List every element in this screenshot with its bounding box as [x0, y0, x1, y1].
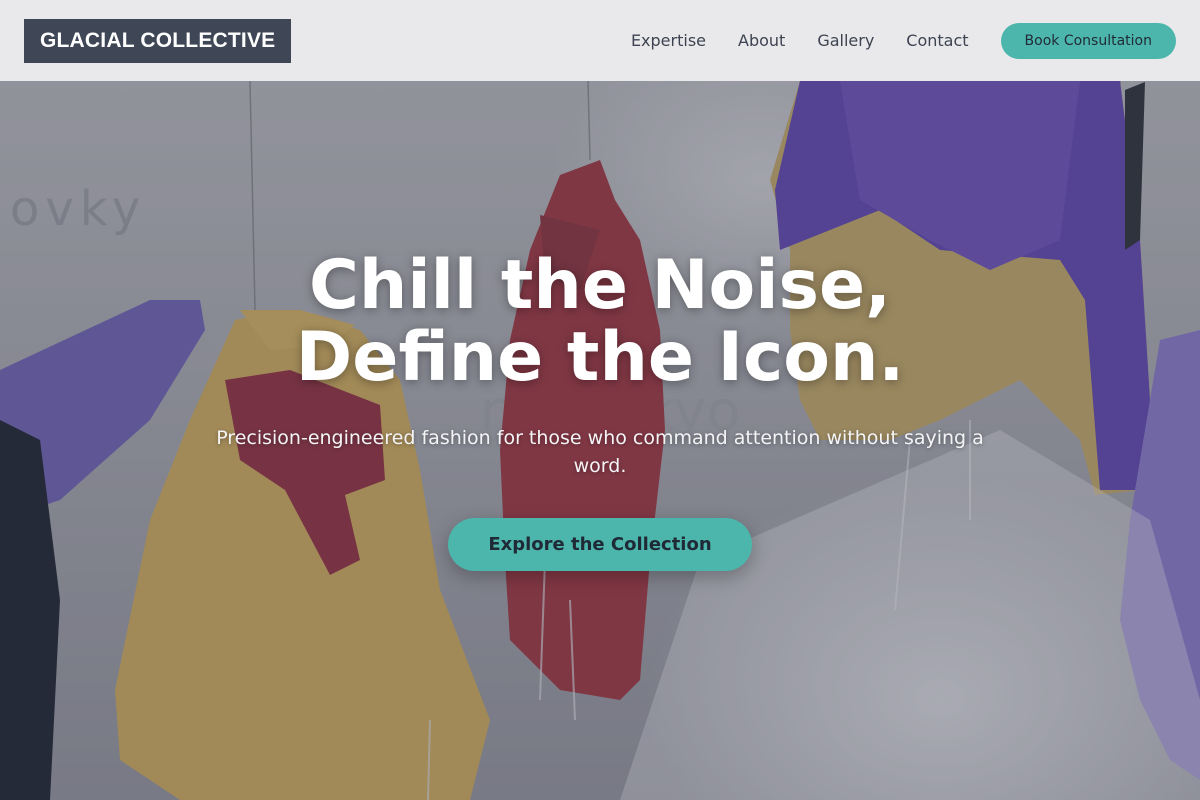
nav-link-gallery[interactable]: Gallery: [817, 31, 874, 50]
nav-link-expertise[interactable]: Expertise: [631, 31, 706, 50]
hero-title-line-2: Define the Icon.: [295, 318, 905, 397]
brand-name: GLACIAL COLLECTIVE: [40, 28, 276, 52]
hero-section: Chill the Noise, Define the Icon. Precis…: [0, 250, 1200, 571]
hero-title: Chill the Noise, Define the Icon.: [0, 250, 1200, 394]
hero-title-line-1: Chill the Noise,: [309, 246, 891, 325]
explore-collection-button[interactable]: Explore the Collection: [448, 518, 752, 571]
main-nav: Expertise About Gallery Contact Book Con…: [631, 22, 1176, 59]
hero-subtitle: Precision-engineered fashion for those w…: [216, 427, 984, 477]
nav-link-about[interactable]: About: [738, 31, 785, 50]
nav-link-contact[interactable]: Contact: [906, 31, 968, 50]
book-consultation-button[interactable]: Book Consultation: [1000, 22, 1176, 59]
site-header: GLACIAL COLLECTIVE Expertise About Galle…: [0, 0, 1200, 81]
brand-logo[interactable]: GLACIAL COLLECTIVE: [24, 18, 292, 63]
